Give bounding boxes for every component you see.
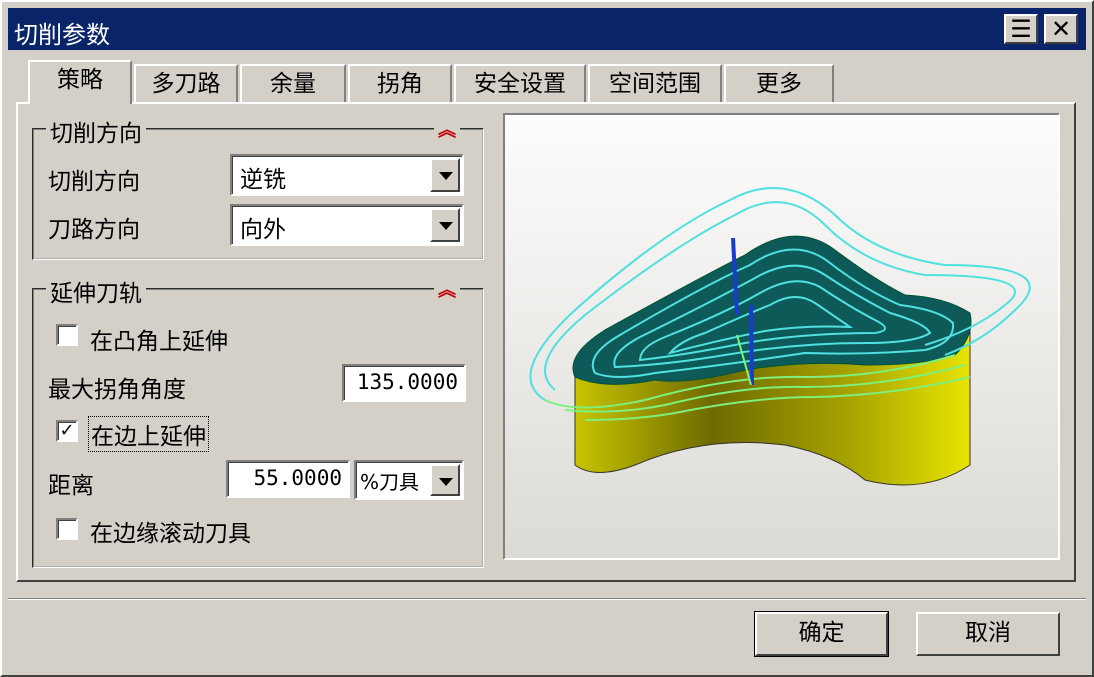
tab-label: 安全设置 (474, 71, 566, 97)
extend-convex-label: 在凸角上延伸 (90, 329, 228, 355)
tab-spatial-range[interactable]: 空间范围 (588, 64, 722, 102)
chevron-down-icon[interactable] (430, 208, 460, 242)
cancel-button[interactable]: 取消 (916, 612, 1060, 656)
tab-strategy[interactable]: 策略 (28, 60, 132, 104)
distance-unit-select[interactable]: %刀具 (354, 460, 464, 500)
extend-edge-checkbox[interactable]: ✓ (56, 420, 78, 442)
path-direction-label: 刀路方向 (48, 217, 140, 243)
select-value: %刀具 (360, 470, 420, 494)
separator (8, 598, 1086, 600)
group-title: 切削方向 (46, 114, 146, 148)
title-bar[interactable]: 切削参数 ☰ ✕ (8, 8, 1086, 50)
max-corner-angle-input[interactable]: 135.0000 (342, 364, 466, 402)
roll-tool-label: 在边缘滚动刀具 (90, 521, 251, 547)
window-title: 切削参数 (14, 21, 110, 49)
tab-label: 策略 (57, 67, 103, 93)
extend-convex-checkbox[interactable] (56, 324, 78, 346)
tab-label: 拐角 (377, 71, 423, 97)
chevron-down-icon[interactable] (430, 158, 460, 192)
tab-safety-settings[interactable]: 安全设置 (454, 64, 586, 102)
chevron-down-icon[interactable] (430, 464, 460, 496)
tab-label: 余量 (270, 71, 316, 97)
group-title: 延伸刀轨 (46, 274, 146, 308)
tab-multiple-passes[interactable]: 多刀路 (134, 64, 238, 102)
menu-button[interactable]: ☰ (1004, 14, 1038, 44)
menu-icon: ☰ (1010, 15, 1032, 43)
double-chevron-up-icon[interactable]: ︽ (434, 116, 460, 142)
tab-label: 空间范围 (609, 71, 701, 97)
cut-direction-group: 切削方向 ︽ 切削方向 逆铣 刀路方向 向外 (32, 114, 484, 260)
ok-button[interactable]: 确定 (754, 611, 889, 657)
close-icon: ✕ (1050, 15, 1072, 43)
distance-input[interactable]: 55.0000 (226, 460, 350, 498)
close-button[interactable]: ✕ (1044, 14, 1078, 44)
extend-edge-label: 在边上延伸 (88, 416, 209, 452)
select-value: 向外 (240, 217, 286, 243)
path-direction-select[interactable]: 向外 (230, 204, 464, 246)
toolpath-preview-image (503, 113, 1060, 560)
cut-direction-label: 切削方向 (48, 169, 140, 195)
distance-label: 距离 (48, 473, 94, 499)
extend-path-group: 延伸刀轨 ︽ 在凸角上延伸 最大拐角角度 135.0000 ✓ 在边上延伸 距离… (32, 274, 484, 568)
select-value: 逆铣 (240, 167, 286, 193)
tab-more[interactable]: 更多 (724, 64, 834, 102)
tab-stock[interactable]: 余量 (240, 64, 346, 102)
roll-tool-checkbox[interactable] (56, 518, 78, 540)
tab-corners[interactable]: 拐角 (348, 64, 452, 102)
double-chevron-up-icon[interactable]: ︽ (434, 276, 460, 302)
cut-direction-select[interactable]: 逆铣 (230, 154, 464, 196)
tab-label: 更多 (756, 71, 802, 97)
max-corner-angle-label: 最大拐角角度 (48, 377, 186, 403)
tab-label: 多刀路 (151, 71, 221, 97)
